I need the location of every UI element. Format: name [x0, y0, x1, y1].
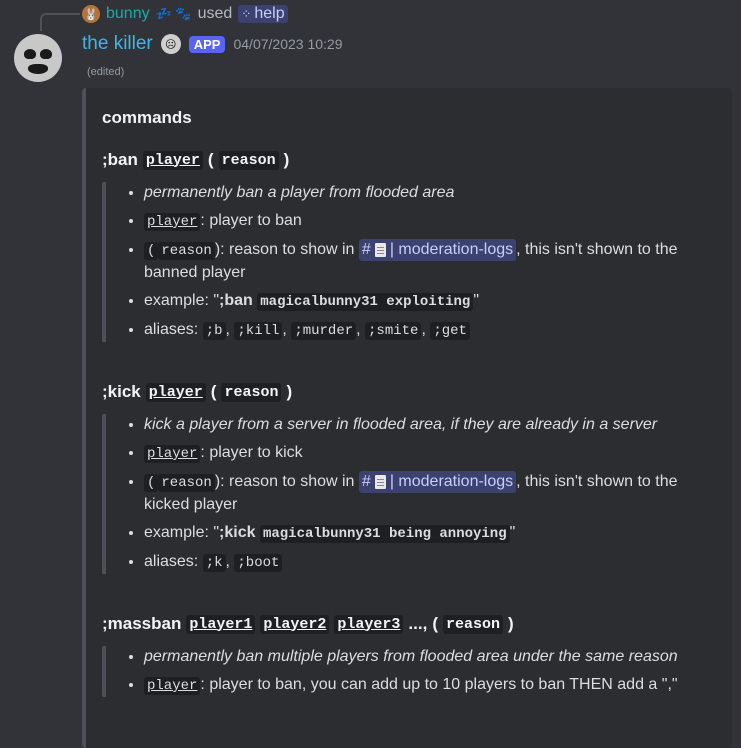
- channel-mention[interactable]: # | moderation-logs: [358, 471, 517, 493]
- command-section-kick: ;kick player (reason) kick a player from…: [102, 380, 716, 574]
- timestamp[interactable]: 04/07/2023 10:29: [233, 36, 342, 52]
- list-item: player: player to kick: [144, 442, 716, 465]
- hash-icon: #: [361, 473, 371, 490]
- list-item: aliases: ;b, ;kill, ;murder, ;smite, ;ge…: [144, 319, 716, 342]
- edited-label: (edited): [87, 66, 125, 78]
- list-item: aliases: ;k, ;boot: [144, 551, 716, 574]
- embed: commands ;ban player (reason) permanentl…: [82, 88, 732, 748]
- reply-header[interactable]: 🐰 bunny 💤 🐾 used ⁘ help: [82, 3, 288, 25]
- section-title: ;kick player (reason): [102, 382, 293, 402]
- list-item: permanently ban multiple players from fl…: [144, 646, 716, 668]
- blockquote: permanently ban multiple players from fl…: [102, 646, 716, 697]
- list-item: player: player to ban: [144, 210, 716, 233]
- reply-avatar[interactable]: 🐰: [82, 5, 100, 23]
- command-name: help: [254, 5, 285, 22]
- reply-connector: [40, 13, 80, 31]
- blockquote: permanently ban a player from flooded ar…: [102, 182, 716, 342]
- list-item: (reason): reason to show in #| moderatio…: [144, 471, 716, 516]
- command-section-ban: ;ban player (reason) permanently ban a p…: [102, 148, 716, 342]
- message-header: the killer ☹ APP 04/07/2023 10:29: [82, 32, 342, 56]
- blockquote: kick a player from a server in flooded a…: [102, 414, 716, 574]
- avatar-face: [14, 34, 62, 82]
- embed-title: commands: [102, 108, 192, 127]
- section-title: ;ban player (reason): [102, 150, 290, 170]
- app-badge: APP: [188, 35, 226, 53]
- list-item: (reason): reason to show in #| moderatio…: [144, 239, 716, 284]
- command-mention[interactable]: ⁘ help: [238, 5, 288, 23]
- list-item: permanently ban a player from flooded ar…: [144, 182, 716, 204]
- reply-emoji: 💤 🐾: [155, 6, 192, 21]
- username[interactable]: the killer: [82, 33, 153, 55]
- list-item: example: ";kick magicalbunny31 being ann…: [144, 522, 716, 545]
- reply-username[interactable]: bunny: [106, 5, 150, 23]
- avatar[interactable]: [14, 34, 62, 82]
- command-grid-icon: ⁘: [241, 7, 252, 21]
- section-title: ;massban player1 player2 player3 ..., (r…: [102, 614, 514, 634]
- hash-icon: #: [361, 241, 371, 258]
- document-icon: [374, 475, 386, 489]
- channel-mention[interactable]: # | moderation-logs: [358, 239, 517, 261]
- list-item: player: player to ban, you can add up to…: [144, 674, 716, 697]
- face-emoji-icon: ☹: [160, 34, 181, 54]
- list-item: example: ";ban magicalbunny31 exploiting…: [144, 290, 716, 313]
- list-item: kick a player from a server in flooded a…: [144, 414, 716, 436]
- reply-used-text: used: [197, 5, 233, 22]
- command-section-massban: ;massban player1 player2 player3 ..., (r…: [102, 612, 716, 697]
- document-icon: [374, 243, 386, 257]
